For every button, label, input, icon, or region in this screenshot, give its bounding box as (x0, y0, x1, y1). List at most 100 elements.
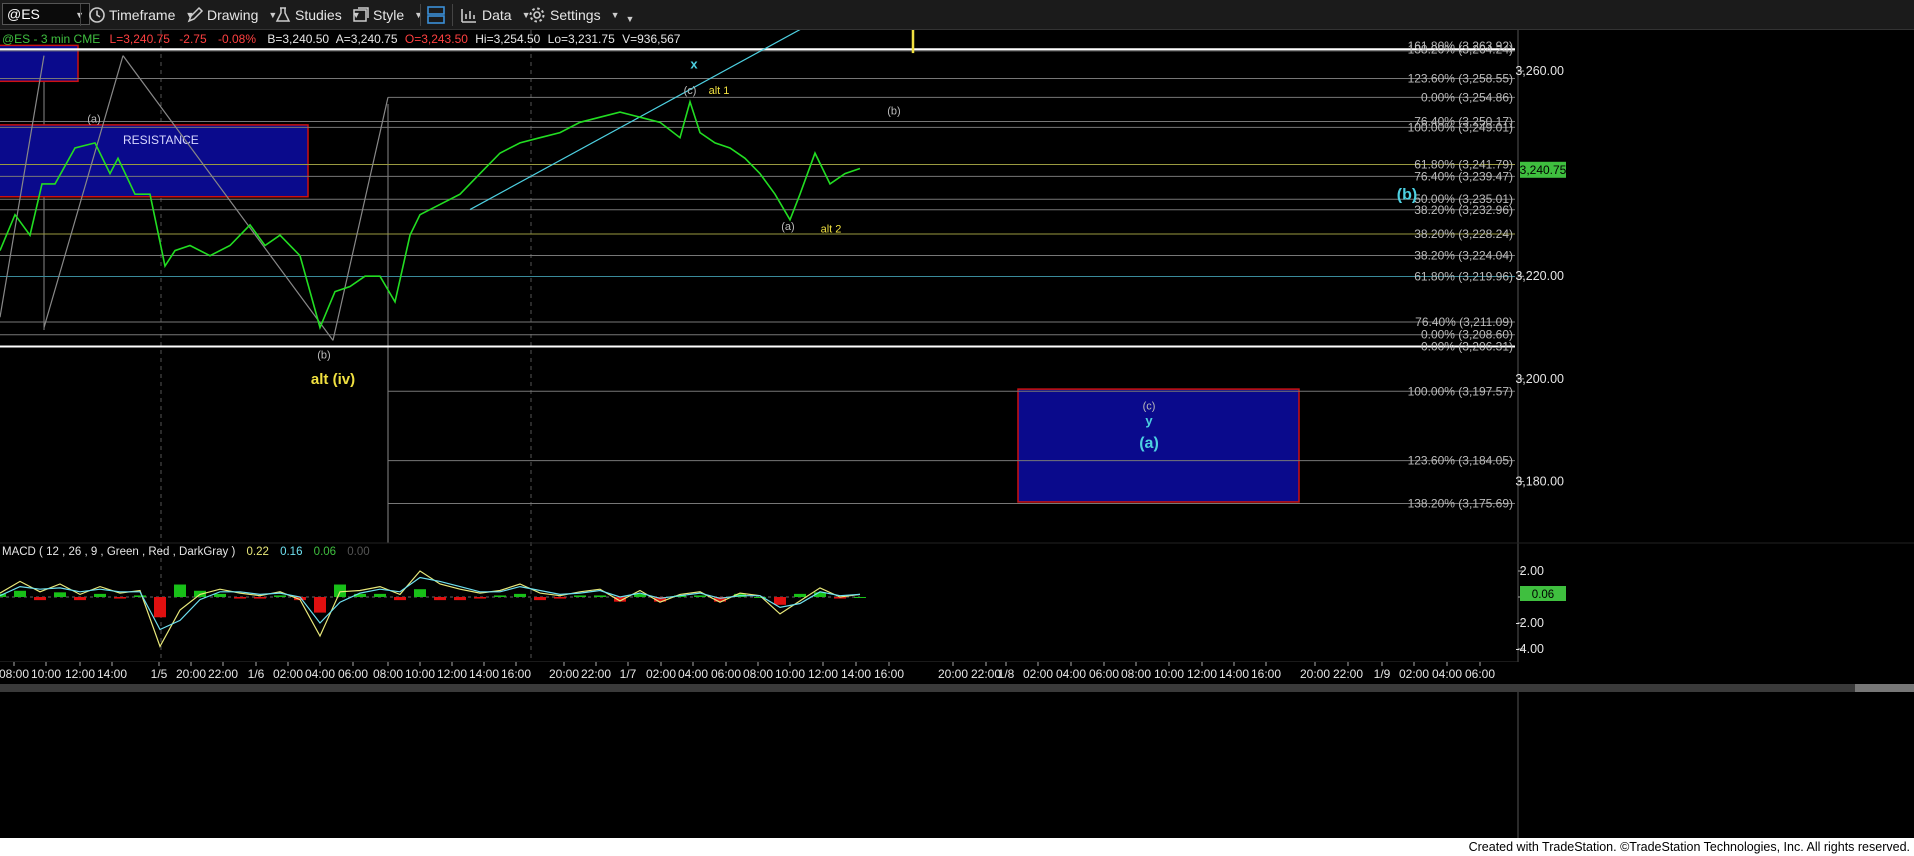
time-tick-label: 20:00 (1300, 667, 1330, 681)
time-tick-label: 10:00 (405, 667, 435, 681)
wave-label: (a) (781, 221, 794, 233)
macd-histogram-bar (74, 597, 86, 601)
wave-label: (c) (684, 85, 697, 97)
macd-histogram-bar (554, 597, 566, 599)
horizontal-scrollbar[interactable] (0, 684, 1914, 692)
chart-area[interactable]: RESISTANCE 161.80% (3,263.92)138.20% (3,… (0, 30, 1914, 838)
wave-label: (b) (317, 349, 330, 361)
time-tick-label: 10:00 (1154, 667, 1184, 681)
gear-icon (529, 7, 545, 23)
macd-histogram-bar (54, 592, 66, 597)
time-tick-label: 12:00 (65, 667, 95, 681)
fib-label: 100.00% (3,197.57) (1408, 384, 1513, 398)
price-tick-label: 3,180.00 (1515, 474, 1564, 488)
price-tick-label: 3,200.00 (1515, 372, 1564, 386)
data-label: Data (482, 7, 512, 23)
symbol-input[interactable]: @ES ▼ (2, 3, 90, 25)
header-low: Lo=3,231.75 (548, 32, 615, 46)
time-tick-label: 1/5 (151, 667, 168, 681)
fib-label: 38.20% (3,228.24) (1414, 227, 1513, 241)
macd-histogram-bar (574, 595, 586, 597)
macd-histogram-bar (34, 597, 46, 601)
time-tick-label: 14:00 (841, 667, 871, 681)
time-tick-label: 12:00 (808, 667, 838, 681)
macd-histogram-bar (334, 584, 346, 597)
toolbar-divider (80, 4, 81, 26)
macd-signal-value: 0.16 (280, 546, 302, 558)
time-tick-label: 02:00 (1399, 667, 1429, 681)
wave-label: y (1145, 413, 1153, 428)
macd-histogram-bar (114, 597, 126, 599)
data-button[interactable]: Data ▼ (460, 0, 531, 30)
wave-label: (b) (1397, 186, 1417, 203)
bars-icon (461, 9, 476, 23)
time-tick-label: 02:00 (273, 667, 303, 681)
macd-title-line: MACD ( 12 , 26 , 9 , Green , Red , DarkG… (2, 546, 370, 558)
time-tick-label: 22:00 (208, 667, 238, 681)
time-tick-label: 08:00 (743, 667, 773, 681)
macd-zero-value: 0.00 (347, 546, 369, 558)
macd-histogram-bar (274, 595, 286, 597)
wave-label: x (690, 56, 698, 71)
toolbar-divider (420, 4, 421, 26)
time-tick-label: 16:00 (501, 667, 531, 681)
header-change: -2.75 (179, 32, 207, 46)
settings-button[interactable]: Settings ▼ ▼ (528, 0, 634, 30)
time-tick-label: 16:00 (874, 667, 904, 681)
macd-histogram-bar (14, 590, 26, 597)
time-tick-label: 08:00 (1121, 667, 1151, 681)
time-tick-label: 06:00 (711, 667, 741, 681)
fib-label: 38.20% (3,224.04) (1414, 249, 1513, 263)
time-tick-label: 12:00 (1187, 667, 1217, 681)
timeframe-button[interactable]: Timeframe ▼ (88, 0, 194, 30)
fib-label: 0.00% (3,206.31) (1421, 339, 1513, 353)
price-tick-label: 3,260.00 (1515, 64, 1564, 78)
style-icon (353, 7, 369, 22)
time-tick-label: 1/7 (620, 667, 637, 681)
macd-histogram-bar (534, 597, 546, 601)
fib-label: 123.60% (3,258.55) (1408, 71, 1513, 85)
time-tick-label: 04:00 (678, 667, 708, 681)
time-tick-label: 08:00 (373, 667, 403, 681)
macd-histogram-bar (154, 597, 166, 618)
wave-label: (c) (1143, 401, 1156, 413)
macd-histogram-bar (594, 595, 606, 597)
wave-label: alt (iv) (311, 371, 355, 388)
header-last: L=3,240.75 (110, 32, 171, 46)
time-tick-label: 02:00 (1023, 667, 1053, 681)
style-label: Style (373, 7, 405, 23)
time-tick-label: 20:00 (176, 667, 206, 681)
time-tick-label: 20:00 (549, 667, 579, 681)
wave-label: (a) (1139, 435, 1159, 452)
macd-last-label: 0.06 (1532, 589, 1554, 601)
macd-histogram-bar (314, 597, 326, 613)
fib-label: 38.20% (3,232.96) (1414, 203, 1513, 217)
flask-icon (275, 7, 291, 22)
scrollbar-thumb[interactable] (1855, 684, 1914, 692)
time-tick-label: 22:00 (1333, 667, 1363, 681)
chevron-down-icon: ▼ (414, 10, 424, 20)
macd-histogram-bar (474, 597, 486, 599)
drawing-button[interactable]: Drawing ▼ (186, 0, 277, 30)
macd-histogram-bar (454, 597, 466, 601)
chevron-down-icon: ▼ (610, 10, 620, 20)
layout-button[interactable] (427, 0, 445, 30)
fib-label: 138.20% (3,264.24) (1408, 42, 1513, 56)
style-button[interactable]: Style ▼ (352, 0, 423, 30)
macd-tick-label: -2.00 (1516, 616, 1545, 630)
last-price-label: 3,240.75 (1520, 163, 1567, 177)
pencil-icon (187, 6, 204, 23)
drawing-label: Drawing (207, 7, 259, 23)
studies-label: Studies (295, 7, 342, 23)
time-tick-label: 14:00 (469, 667, 499, 681)
studies-button[interactable]: Studies ▼ (274, 0, 361, 30)
settings-label: Settings (550, 7, 601, 23)
symbol-value: @ES (7, 6, 40, 22)
wave-label: (a) (87, 113, 100, 125)
layout-icon (427, 6, 445, 24)
timeframe-label: Timeframe (109, 7, 176, 23)
macd-histogram-bar (394, 597, 406, 601)
macd-hist-value: 0.06 (314, 546, 336, 558)
macd-histogram-bar (134, 595, 146, 597)
time-tick-label: 04:00 (1432, 667, 1462, 681)
